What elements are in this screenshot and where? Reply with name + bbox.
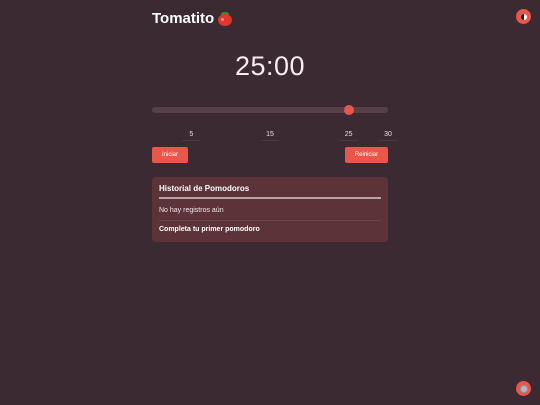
history-cta-text: Completa tu primer pomodoro [159,226,260,233]
timer-display: 25:00 [234,51,306,81]
tick-label: 25 [339,131,358,141]
history-separator [159,220,381,221]
gear-icon [520,385,527,392]
duration-slider[interactable] [152,105,388,115]
app-title: Tomatito [152,10,215,27]
reset-button[interactable]: Reiniciar [345,147,388,163]
slider-thumb[interactable] [343,105,354,115]
history-card: Historial de Pomodoros No hay registros … [152,177,388,242]
start-button[interactable]: Iniciar [152,147,188,163]
history-empty-text: No hay registros aún [159,207,224,214]
tomato-icon [218,11,233,26]
tick-label: 15 [261,131,279,141]
history-divider [159,197,381,199]
tick-label: 30 [379,131,397,141]
slider-tick-labels: 5 15 25 30 [152,131,397,145]
history-title: Historial de Pomodoros [159,184,250,193]
theme-toggle-button[interactable] [516,9,531,24]
settings-button[interactable] [516,381,531,396]
app-header: Tomatito [152,10,233,27]
half-moon-icon [520,13,527,20]
tick-label: 5 [182,131,201,141]
